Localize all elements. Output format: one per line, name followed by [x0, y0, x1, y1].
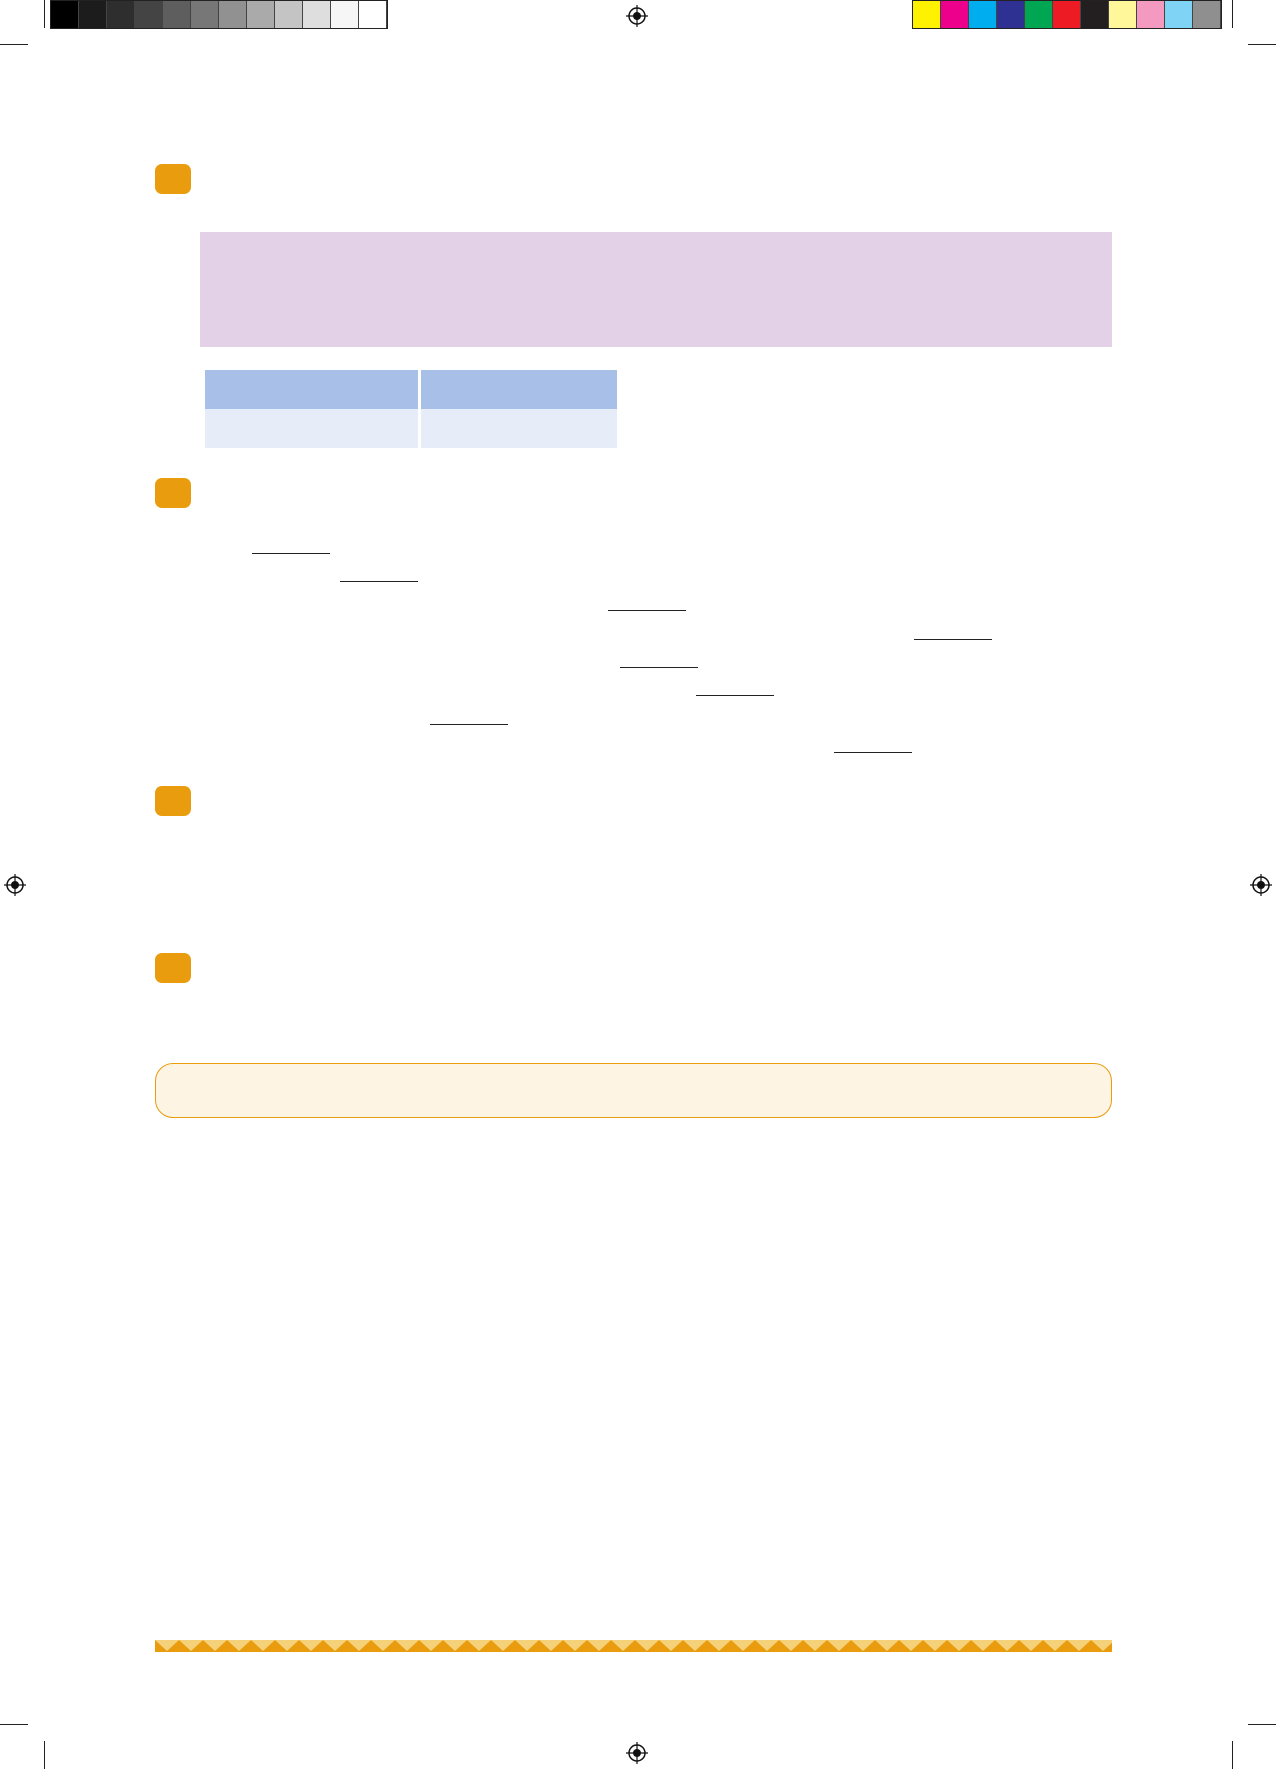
gray-swatch — [107, 1, 135, 28]
crop-mark-top-left-v — [44, 0, 45, 28]
crop-mark-top-right-h — [1248, 44, 1276, 45]
gray-swatch — [303, 1, 331, 28]
color-swatch — [913, 1, 941, 28]
gray-swatch — [219, 1, 247, 28]
answer-blank[interactable] — [834, 752, 912, 753]
question-number-badge — [155, 164, 191, 194]
gray-swatch — [275, 1, 303, 28]
crop-mark-top-right-v — [1232, 0, 1233, 28]
gray-swatch — [135, 1, 163, 28]
color-swatch — [1193, 1, 1221, 28]
answer-blank[interactable] — [340, 581, 418, 582]
crop-mark-bottom-right-v — [1232, 1741, 1233, 1769]
tip-box — [155, 1063, 1112, 1118]
gray-swatch — [247, 1, 275, 28]
gray-swatch — [191, 1, 219, 28]
table-cell[interactable] — [421, 409, 617, 448]
answer-blank[interactable] — [252, 553, 330, 554]
gray-swatch — [79, 1, 107, 28]
answer-table — [202, 370, 620, 448]
gray-swatch — [331, 1, 359, 28]
grayscale-color-bar — [50, 0, 388, 29]
registration-mark-icon — [626, 1742, 648, 1764]
color-swatch — [997, 1, 1025, 28]
table-header-row — [205, 370, 617, 409]
gray-swatch — [359, 1, 387, 28]
color-swatch — [1053, 1, 1081, 28]
registration-mark-icon — [4, 874, 26, 896]
answer-blank[interactable] — [620, 667, 698, 668]
color-swatch — [941, 1, 969, 28]
answer-blank[interactable] — [608, 610, 686, 611]
crop-mark-bottom-right-h — [1248, 1724, 1276, 1725]
crop-mark-bottom-left-h — [0, 1724, 28, 1725]
crop-mark-bottom-left-v — [44, 1741, 45, 1769]
cmyk-color-bar — [912, 0, 1222, 29]
word-bank-box — [200, 232, 1112, 347]
answer-blank[interactable] — [696, 695, 774, 696]
color-swatch — [1137, 1, 1165, 28]
answer-blank[interactable] — [430, 724, 508, 725]
gray-swatch — [51, 1, 79, 28]
registration-mark-icon — [1250, 874, 1272, 896]
color-swatch — [969, 1, 997, 28]
footer-zigzag-strip — [155, 1640, 1112, 1652]
table-row — [205, 409, 617, 448]
registration-mark-icon — [626, 5, 648, 27]
gray-swatch — [163, 1, 191, 28]
table-cell[interactable] — [205, 409, 418, 448]
question-number-badge — [155, 953, 191, 983]
table-header-cell — [421, 370, 617, 409]
answer-blank[interactable] — [914, 639, 992, 640]
color-swatch — [1109, 1, 1137, 28]
crop-mark-top-left-h — [0, 44, 28, 45]
color-swatch — [1165, 1, 1193, 28]
color-swatch — [1081, 1, 1109, 28]
color-swatch — [1025, 1, 1053, 28]
question-number-badge — [155, 478, 191, 508]
question-number-badge — [155, 786, 191, 816]
table-header-cell — [205, 370, 418, 409]
